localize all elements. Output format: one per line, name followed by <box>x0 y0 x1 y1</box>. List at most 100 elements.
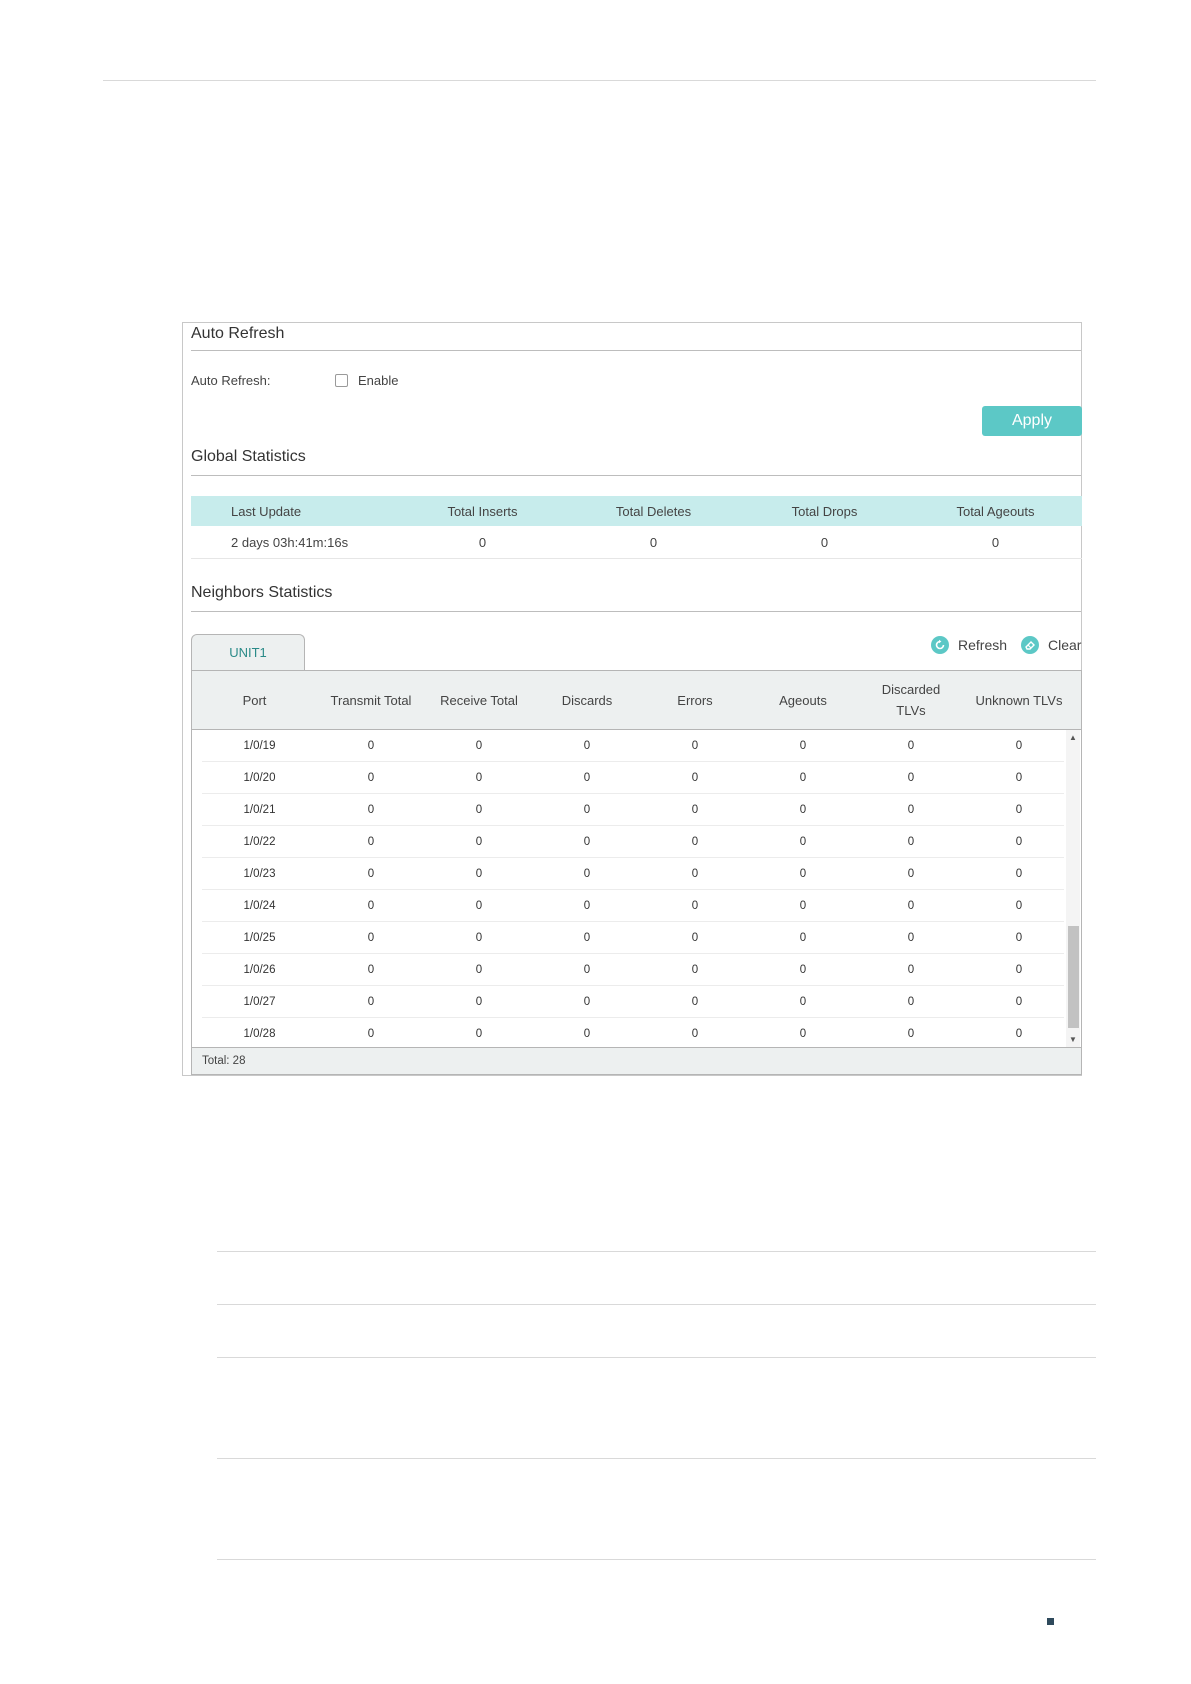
clear-label: Clear <box>1048 637 1082 653</box>
global-statistics-title: Global Statistics <box>191 448 306 465</box>
port-cell: 1/0/22 <box>243 835 276 848</box>
stat-cell: 0 <box>691 771 699 784</box>
column-header: Last Update <box>231 503 302 519</box>
table-row: 1/0/22 0 0 0 0 0 0 0 <box>202 826 1064 858</box>
tab-unit1[interactable]: UNIT1 <box>191 634 305 670</box>
scroll-up-arrow-icon[interactable]: ▲ <box>1066 732 1080 744</box>
stat-cell: 0 <box>1015 835 1023 848</box>
stat-cell: 0 <box>907 739 915 752</box>
page-marker <box>1047 1618 1054 1625</box>
port-cell: 1/0/28 <box>243 1027 276 1040</box>
eraser-icon <box>1021 636 1039 654</box>
table-total: Total: 28 <box>192 1047 1081 1074</box>
total-ageouts-value: 0 <box>991 534 1000 550</box>
stat-cell: 0 <box>799 771 807 784</box>
port-cell: 1/0/20 <box>243 771 276 784</box>
column-header: Errors <box>677 692 713 708</box>
stat-cell: 0 <box>691 995 699 1008</box>
table-rule <box>217 1458 1096 1459</box>
stat-cell: 0 <box>799 995 807 1008</box>
stat-cell: 0 <box>907 963 915 976</box>
port-cell: 1/0/26 <box>243 963 276 976</box>
column-header: Total Drops <box>791 503 858 519</box>
apply-button[interactable]: Apply <box>982 406 1082 436</box>
stat-cell: 0 <box>475 899 483 912</box>
auto-refresh-enable-checkbox[interactable] <box>335 374 348 387</box>
table-rule <box>217 1251 1096 1252</box>
stat-cell: 0 <box>475 867 483 880</box>
page-top-rule <box>103 80 1096 81</box>
table-row: 1/0/19 0 0 0 0 0 0 0 <box>202 730 1064 762</box>
section-divider <box>191 350 1081 351</box>
total-deletes-value: 0 <box>649 534 658 550</box>
column-header: Receive Total <box>440 692 518 708</box>
port-cell: 1/0/21 <box>243 803 276 816</box>
table-header: Last Update Total Inserts Total Deletes … <box>191 496 1082 526</box>
stat-cell: 0 <box>475 771 483 784</box>
stat-cell: 0 <box>799 1027 807 1040</box>
stat-cell: 0 <box>1015 899 1023 912</box>
stat-cell: 0 <box>475 739 483 752</box>
stat-cell: 0 <box>1015 739 1023 752</box>
stat-cell: 0 <box>367 931 375 944</box>
stat-cell: 0 <box>907 1027 915 1040</box>
stat-cell: 0 <box>367 995 375 1008</box>
stat-cell: 0 <box>475 995 483 1008</box>
stat-cell: 0 <box>583 835 591 848</box>
scroll-down-arrow-icon[interactable]: ▼ <box>1066 1034 1080 1046</box>
stat-cell: 0 <box>691 867 699 880</box>
port-cell: 1/0/25 <box>243 931 276 944</box>
table-row: 1/0/27 0 0 0 0 0 0 0 <box>202 986 1064 1018</box>
stat-cell: 0 <box>583 771 591 784</box>
stat-cell: 0 <box>475 835 483 848</box>
table-body: 1/0/19 0 0 0 0 0 0 0 1/0/20 0 0 0 0 0 0 0 1/0/21 0 0 0 0 0 0 0 1… <box>192 730 1064 1048</box>
stat-cell: 0 <box>583 803 591 816</box>
stat-cell: 0 <box>583 1027 591 1040</box>
total-drops-value: 0 <box>820 534 829 550</box>
clear-button[interactable]: Clear <box>1021 636 1081 654</box>
stat-cell: 0 <box>367 867 375 880</box>
scrollbar-thumb[interactable] <box>1068 926 1079 1028</box>
refresh-label: Refresh <box>958 637 1008 653</box>
refresh-icon <box>931 636 949 654</box>
stat-cell: 0 <box>691 963 699 976</box>
table-row: 1/0/28 0 0 0 0 0 0 0 <box>202 1018 1064 1049</box>
port-cell: 1/0/27 <box>243 995 276 1008</box>
stat-cell: 0 <box>583 867 591 880</box>
stat-cell: 0 <box>367 771 375 784</box>
stat-cell: 0 <box>367 803 375 816</box>
stat-cell: 0 <box>691 1027 699 1040</box>
table-row: 2 days 03h:41m:16s 0 0 0 0 <box>191 526 1082 559</box>
column-header: Total Deletes <box>615 503 692 519</box>
port-cell: 1/0/23 <box>243 867 276 880</box>
refresh-button[interactable]: Refresh <box>931 636 1007 654</box>
auto-refresh-label: Auto Refresh: <box>191 373 271 388</box>
stat-cell: 0 <box>1015 803 1023 816</box>
stat-cell: 0 <box>583 739 591 752</box>
stat-cell: 0 <box>691 739 699 752</box>
column-header: Total Ageouts <box>956 503 1035 519</box>
column-header: Ageouts <box>779 692 827 708</box>
stat-cell: 0 <box>475 963 483 976</box>
last-update-value: 2 days 03h:41m:16s <box>231 534 349 550</box>
vertical-scrollbar[interactable]: ▲ ▼ <box>1066 730 1080 1048</box>
stat-cell: 0 <box>583 995 591 1008</box>
port-cell: 1/0/19 <box>243 739 276 752</box>
lldp-statistics-panel: Auto Refresh Auto Refresh: Enable Apply … <box>182 322 1082 1076</box>
stat-cell: 0 <box>583 899 591 912</box>
stat-cell: 0 <box>691 803 699 816</box>
stat-cell: 0 <box>475 1027 483 1040</box>
stat-cell: 0 <box>907 771 915 784</box>
table-rule <box>217 1559 1096 1560</box>
global-statistics-table: Last Update Total Inserts Total Deletes … <box>191 496 1082 559</box>
enable-label[interactable]: Enable <box>358 373 398 388</box>
column-header: Discarded TLVs <box>881 682 941 718</box>
section-divider <box>191 475 1081 476</box>
column-header: Transmit Total <box>330 692 412 708</box>
stat-cell: 0 <box>799 963 807 976</box>
stat-cell: 0 <box>799 867 807 880</box>
stat-cell: 0 <box>1015 771 1023 784</box>
stat-cell: 0 <box>1015 1027 1023 1040</box>
stat-cell: 0 <box>367 739 375 752</box>
stat-cell: 0 <box>1015 931 1023 944</box>
